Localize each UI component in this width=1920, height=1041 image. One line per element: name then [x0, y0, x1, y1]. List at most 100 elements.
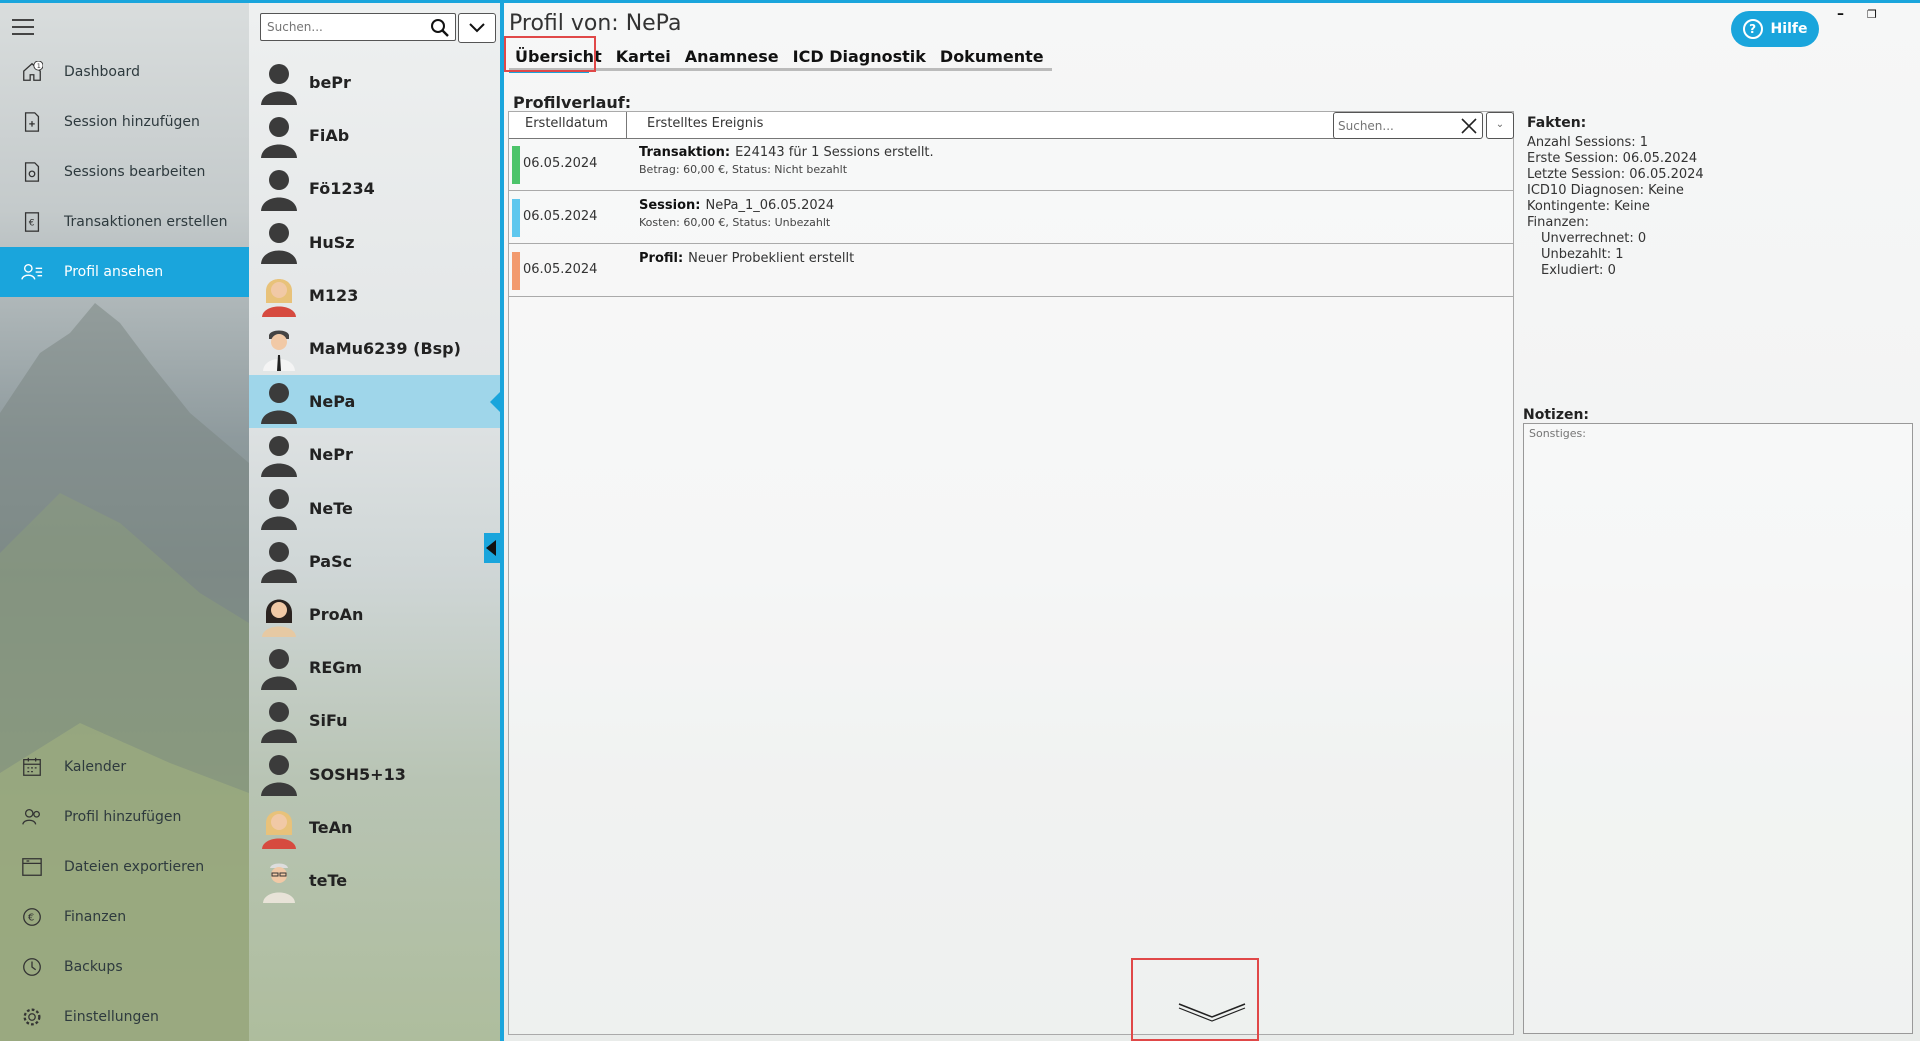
- nav-item-profil-ansehen[interactable]: Profil ansehen: [0, 247, 249, 297]
- main-content: Profil von: NePa Übersicht Kartei Anamne…: [504, 3, 1920, 1041]
- client-search-input[interactable]: [260, 13, 456, 41]
- client-item-mamu6239-bsp-[interactable]: MaMu6239 (Bsp): [249, 322, 503, 375]
- euro-document-icon: €: [0, 197, 64, 247]
- nav-label: Finanzen: [64, 909, 127, 925]
- facts-title: Fakten:: [1527, 115, 1587, 131]
- history-filter-dropdown[interactable]: ⌄: [1486, 112, 1514, 139]
- collapse-panel-button[interactable]: [484, 533, 500, 563]
- tab-kartei[interactable]: Kartei: [610, 47, 679, 66]
- fact-line: Unverrechnet: 0: [1541, 231, 1647, 246]
- client-item-nepr[interactable]: NePr: [249, 428, 503, 481]
- question-icon: ?: [1742, 19, 1763, 39]
- client-name: ProAn: [309, 605, 364, 624]
- client-name: NeTe: [309, 498, 353, 518]
- client-item-nepa[interactable]: NePa: [249, 375, 503, 429]
- client-name: Fö1234: [309, 179, 375, 199]
- history-event: Session: NePa_1_06.05.2024: [639, 198, 834, 213]
- client-item-fiab[interactable]: FiAb: [249, 109, 503, 162]
- main-navigation: 1 Dashboard Session hinzufügen Sessions …: [0, 3, 249, 1041]
- event-color-marker: [512, 146, 520, 184]
- help-button[interactable]: ? Hilfe: [1731, 11, 1819, 47]
- event-text: Neuer Probeklient erstellt: [688, 251, 855, 266]
- history-title: Profilverlauf:: [513, 93, 632, 112]
- client-item-proan[interactable]: ProAn: [249, 588, 503, 641]
- avatar: [249, 588, 309, 641]
- column-header-date[interactable]: Erstelldatum: [509, 112, 627, 139]
- scroll-down-chevron-icon[interactable]: [1177, 999, 1247, 1023]
- nav-item-sessions-bearbeiten[interactable]: Sessions bearbeiten: [0, 147, 249, 197]
- event-text: NePa_1_06.05.2024: [705, 198, 835, 213]
- nav-item-kalender[interactable]: Kalender: [0, 742, 249, 792]
- client-name: SiFu: [309, 711, 348, 731]
- fact-line: Exludiert: 0: [1541, 263, 1616, 278]
- highlight-box-tab: [504, 36, 596, 72]
- restore-button[interactable]: ❐: [1867, 8, 1877, 21]
- nav-item-profil-hinzufuegen[interactable]: Profil hinzufügen: [0, 792, 249, 842]
- minimize-button[interactable]: –: [1837, 6, 1844, 22]
- client-item-nete[interactable]: NeTe: [249, 482, 503, 535]
- client-item-pasc[interactable]: PaSc: [249, 535, 503, 588]
- nav-item-session-hinzufuegen[interactable]: Session hinzufügen: [0, 97, 249, 147]
- client-item-husz[interactable]: HuSz: [249, 216, 503, 269]
- nav-label: Transaktionen erstellen: [64, 214, 228, 230]
- nav-item-dashboard[interactable]: 1 Dashboard: [0, 47, 249, 97]
- history-row[interactable]: 06.05.2024 Transaktion: E24143 für 1 Sessi…: [509, 139, 1513, 191]
- notes-title: Notizen:: [1523, 407, 1590, 423]
- euro-icon: €: [0, 892, 64, 942]
- avatar: [249, 428, 309, 481]
- client-item-tete[interactable]: teTe: [249, 854, 503, 907]
- tab-icd-diagnostik[interactable]: ICD Diagnostik: [787, 47, 934, 66]
- avatar: [249, 162, 309, 215]
- nav-item-transaktionen-erstellen[interactable]: € Transaktionen erstellen: [0, 197, 249, 247]
- calendar-icon: [0, 742, 64, 792]
- menu-icon[interactable]: [12, 17, 36, 37]
- clear-icon[interactable]: [1460, 117, 1478, 135]
- home-icon: 1: [0, 47, 64, 97]
- column-header-event[interactable]: Erstelltes Ereignis: [627, 112, 1337, 139]
- nav-label: Profil ansehen: [64, 264, 164, 280]
- history-event: Transaktion: E24143 für 1 Sessions erstel…: [639, 145, 934, 160]
- history-row[interactable]: 06.05.2024 Session: NePa_1_06.05.2024 Koste…: [509, 192, 1513, 244]
- document-add-icon: [0, 97, 64, 147]
- client-item-m123[interactable]: M123: [249, 269, 503, 322]
- svg-text:1: 1: [37, 62, 41, 70]
- avatar: [249, 216, 309, 269]
- client-item-bepr[interactable]: bePr: [249, 56, 503, 109]
- nav-item-finanzen[interactable]: € Finanzen: [0, 892, 249, 942]
- event-details: Kosten: 60,00 €, Status: Unbezahlt: [639, 216, 831, 229]
- client-name: MaMu6239 (Bsp): [309, 339, 461, 358]
- client-item-f-1234[interactable]: Fö1234: [249, 162, 503, 215]
- nav-item-backups[interactable]: Backups: [0, 942, 249, 992]
- top-accent-line: [0, 0, 1920, 3]
- avatar: [249, 641, 309, 694]
- client-name: REGm: [309, 658, 363, 678]
- event-type: Session:: [639, 198, 701, 213]
- event-text: E24143 für 1 Sessions erstellt.: [735, 145, 934, 160]
- fact-line: ICD10 Diagnosen: Keine: [1527, 183, 1684, 198]
- notes-textarea[interactable]: [1523, 423, 1913, 1034]
- nav-label: Kalender: [64, 759, 127, 775]
- event-color-marker: [512, 199, 520, 237]
- avatar: [249, 375, 309, 428]
- search-icon[interactable]: [430, 18, 450, 38]
- nav-item-dateien-exportieren[interactable]: Dateien exportieren: [0, 842, 249, 892]
- client-item-tean[interactable]: TeAn: [249, 801, 503, 854]
- client-name: NePr: [309, 445, 353, 465]
- nav-label: Backups: [64, 959, 123, 975]
- svg-text:€: €: [29, 218, 35, 229]
- tab-dokumente[interactable]: Dokumente: [934, 47, 1052, 66]
- profile-list-icon: [0, 247, 64, 297]
- nav-label: Dateien exportieren: [64, 859, 205, 875]
- history-table: Erstelldatum Erstelltes Ereignis ⌄ 06.05…: [508, 111, 1514, 1035]
- tab-anamnese[interactable]: Anamnese: [679, 47, 787, 66]
- client-filter-dropdown[interactable]: [458, 13, 496, 43]
- help-label: Hilfe: [1770, 21, 1808, 37]
- history-row[interactable]: 06.05.2024 Profil: Neuer Probeklient erste…: [509, 245, 1513, 297]
- client-item-sifu[interactable]: SiFu: [249, 694, 503, 747]
- avatar: [249, 109, 309, 162]
- client-item-sosh5-13[interactable]: SOSH5+13: [249, 748, 503, 801]
- history-date: 06.05.2024: [523, 209, 598, 224]
- client-item-regm[interactable]: REGm: [249, 641, 503, 694]
- nav-item-einstellungen[interactable]: Einstellungen: [0, 992, 249, 1041]
- avatar: [249, 269, 309, 322]
